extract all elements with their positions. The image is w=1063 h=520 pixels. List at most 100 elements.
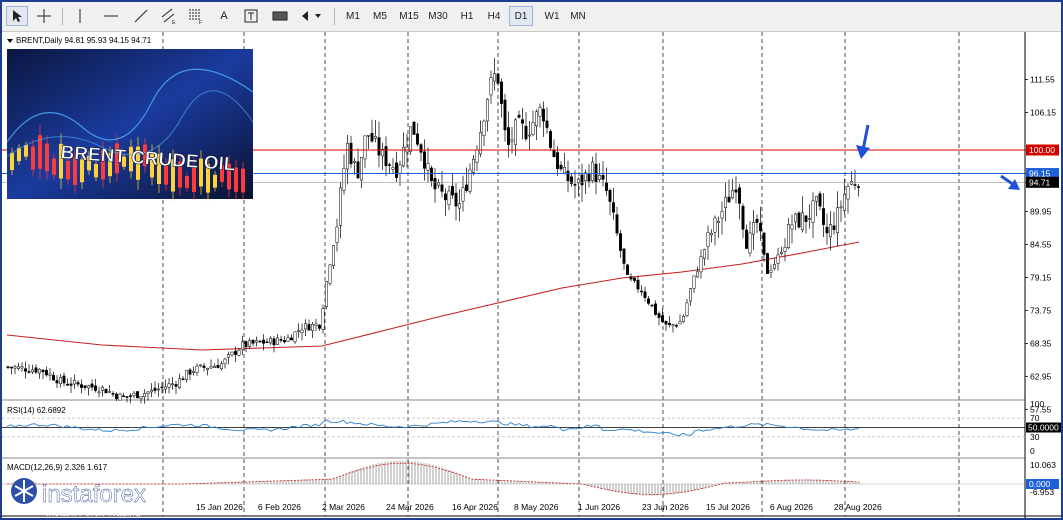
candle-body bbox=[66, 383, 69, 386]
candle-body bbox=[419, 144, 423, 153]
candle-body bbox=[237, 349, 241, 356]
candle-body bbox=[255, 340, 258, 343]
candle-body bbox=[69, 383, 73, 386]
candle-body bbox=[608, 190, 612, 202]
candle-body bbox=[143, 393, 146, 398]
timeframe-h4[interactable]: H4 bbox=[482, 6, 506, 26]
svg-text:F: F bbox=[199, 20, 202, 24]
candle-body bbox=[633, 277, 636, 281]
candle-body bbox=[822, 208, 825, 225]
candle-body bbox=[713, 217, 717, 233]
drawing-toolbar: E F A M1 M5 M15 M30 H1 H4 D1 W1 MN bbox=[2, 2, 1061, 32]
candle-body bbox=[622, 248, 626, 264]
candle-body bbox=[367, 134, 370, 137]
arrow-shapes-icon[interactable] bbox=[298, 6, 328, 26]
candle-body bbox=[125, 396, 129, 398]
candle-body bbox=[157, 388, 160, 391]
candle-body bbox=[248, 340, 251, 347]
horizontal-line-icon[interactable] bbox=[100, 6, 122, 26]
text-label-icon[interactable]: A bbox=[213, 6, 235, 26]
candle-body bbox=[335, 226, 339, 243]
candle-body bbox=[724, 196, 727, 208]
candle-body bbox=[556, 152, 559, 170]
candle-body bbox=[290, 337, 293, 341]
candle-body bbox=[857, 186, 860, 188]
candle-body bbox=[829, 224, 832, 238]
candle-body bbox=[374, 136, 377, 139]
timeframe-m5[interactable]: M5 bbox=[368, 6, 392, 26]
candle-body bbox=[27, 371, 31, 373]
candle-body bbox=[745, 229, 748, 249]
candle-body bbox=[776, 254, 780, 264]
timeframe-m15[interactable]: M15 bbox=[396, 6, 422, 26]
moving-average-path bbox=[6, 241, 860, 351]
candle-body bbox=[517, 114, 521, 118]
timeframe-d1[interactable]: D1 bbox=[509, 6, 533, 26]
price-label: 106.15 bbox=[1030, 108, 1056, 118]
equidistant-channel-icon[interactable]: E bbox=[158, 6, 180, 26]
candle-body bbox=[150, 389, 153, 393]
candle-body bbox=[423, 151, 426, 169]
candle-body bbox=[552, 149, 556, 158]
candle-body bbox=[300, 329, 304, 333]
candle-body bbox=[643, 291, 647, 298]
candle-body bbox=[528, 134, 531, 137]
candle-body bbox=[38, 369, 41, 374]
timeframe-m30[interactable]: M30 bbox=[424, 6, 452, 26]
candle-body bbox=[174, 384, 178, 387]
date-label: 15 Jan 2026 bbox=[196, 502, 243, 512]
candle-body bbox=[388, 164, 391, 166]
trend-line-icon[interactable] bbox=[130, 6, 152, 26]
candle-body bbox=[59, 377, 62, 384]
candle-body bbox=[727, 196, 731, 203]
vertical-line-icon[interactable] bbox=[70, 6, 90, 26]
candle-body bbox=[160, 386, 164, 389]
candle-body bbox=[328, 264, 332, 284]
candle-body bbox=[31, 369, 34, 373]
candle-body bbox=[563, 166, 566, 174]
candle-body bbox=[353, 161, 356, 163]
rectangle-icon[interactable] bbox=[268, 6, 292, 26]
candle-body bbox=[356, 161, 360, 179]
candle-body bbox=[153, 387, 157, 391]
candle-body bbox=[598, 174, 601, 180]
timeframe-h1[interactable]: H1 bbox=[455, 6, 479, 26]
candle-body bbox=[682, 316, 685, 322]
candle-body bbox=[223, 358, 227, 364]
timeframe-w1[interactable]: W1 bbox=[539, 6, 565, 26]
image-candle-body bbox=[241, 168, 245, 193]
brent-crude-oil-image: BRENT CRUDE OIL bbox=[6, 49, 254, 202]
crosshair-icon[interactable] bbox=[33, 6, 55, 26]
date-label: 6 Aug 2026 bbox=[770, 502, 813, 512]
price-chart-area[interactable]: BRENT CRUDE OIL BRENT,Daily 94.81 95.93 … bbox=[2, 32, 1061, 518]
candle-body bbox=[391, 167, 395, 170]
candle-body bbox=[545, 120, 549, 128]
candle-body bbox=[433, 178, 437, 190]
candle-body bbox=[489, 77, 493, 96]
fibonacci-retracement-icon[interactable]: F bbox=[185, 6, 207, 26]
candle-body bbox=[619, 233, 622, 251]
candle-body bbox=[244, 341, 248, 348]
candle-body bbox=[482, 120, 486, 136]
candle-body bbox=[426, 162, 430, 171]
candle-body bbox=[510, 139, 514, 142]
candle-body bbox=[332, 245, 335, 266]
image-candle-body bbox=[94, 164, 98, 178]
timeframe-m1[interactable]: M1 bbox=[341, 6, 365, 26]
candle-body bbox=[199, 364, 202, 367]
candle-body bbox=[766, 253, 769, 275]
candle-body bbox=[507, 127, 510, 146]
candle-body bbox=[262, 339, 265, 344]
candle-body bbox=[283, 340, 286, 343]
text-box-icon[interactable] bbox=[240, 6, 262, 26]
candle-body bbox=[566, 170, 570, 182]
candle-body bbox=[444, 193, 447, 201]
cursor-arrow-icon[interactable] bbox=[6, 6, 28, 26]
candle-body bbox=[818, 193, 822, 207]
candle-body bbox=[24, 368, 27, 372]
chart-header: BRENT,Daily 94.81 95.93 94.15 94.71 bbox=[7, 36, 152, 45]
candle-body bbox=[304, 323, 307, 330]
price-label: 111.55 bbox=[1030, 75, 1055, 85]
timeframe-mn[interactable]: MN bbox=[566, 6, 590, 26]
candle-body bbox=[748, 232, 752, 254]
